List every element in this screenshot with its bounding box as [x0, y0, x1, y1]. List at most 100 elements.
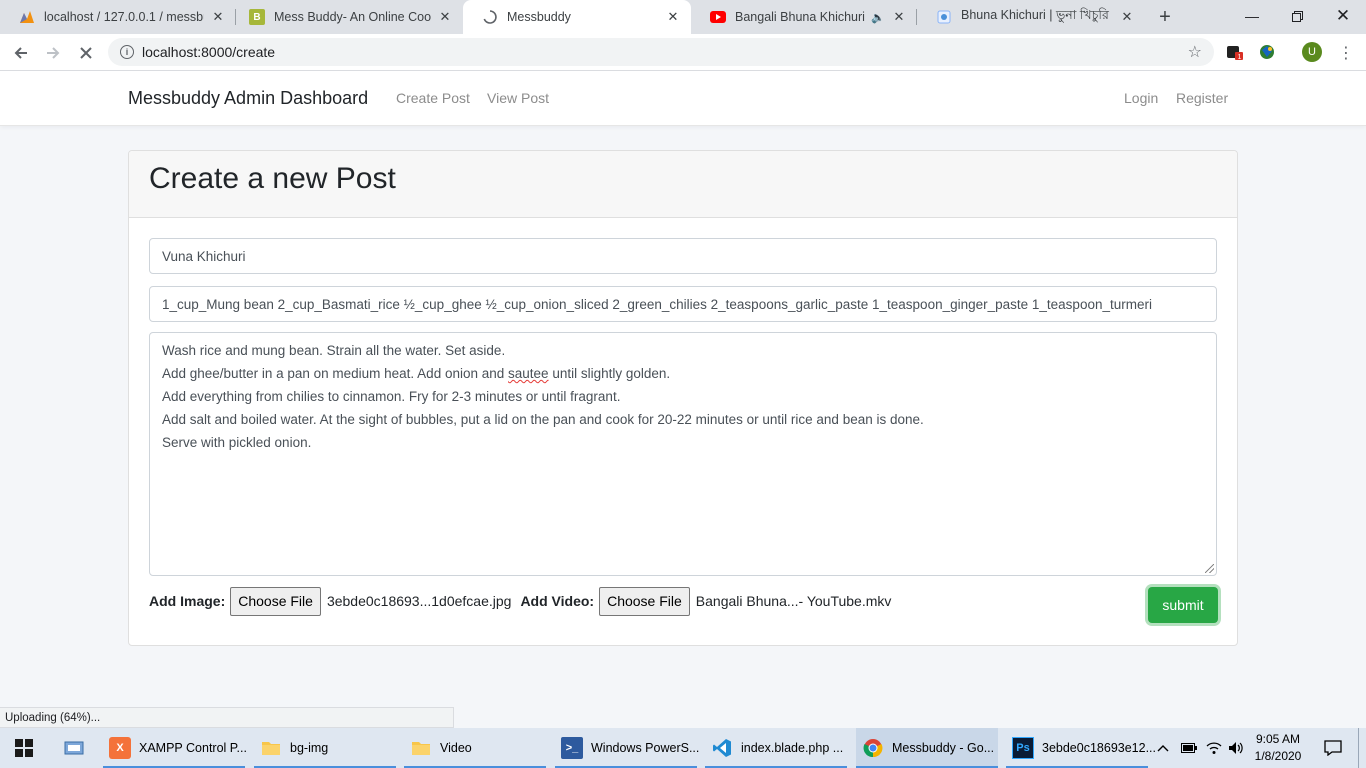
card-header: Create a new Post [129, 151, 1237, 218]
new-tab-icon[interactable]: + [1153, 5, 1177, 29]
choose-video-button[interactable]: Choose File [599, 586, 690, 616]
status-bubble: Uploading (64%)... [0, 707, 454, 728]
taskbar-item-xampp[interactable]: X XAMPP Control P... [103, 728, 247, 768]
taskbar-item-bg-img[interactable]: bg-img [254, 728, 396, 768]
close-tab-icon[interactable]: ✕ [891, 9, 907, 25]
youtube-icon [710, 9, 726, 25]
misspelled-word: sautee [508, 366, 549, 381]
instruction-text: Add ghee/butter in a pan on medium heat.… [162, 366, 509, 381]
site-navbar: Messbuddy Admin Dashboard Create Post Vi… [0, 71, 1366, 126]
taskbar-item-photoshop[interactable]: Ps 3ebde0c18693e12... [1006, 728, 1156, 768]
add-video-label: Add Video: [520, 593, 595, 609]
instruction-line: Serve with pickled onion. [162, 435, 312, 450]
video-file-name: Bangali Bhuna...- YouTube.mkv [695, 593, 892, 609]
submit-button[interactable]: submit [1148, 587, 1218, 623]
instruction-line: Add everything from chilies to cinnamon.… [162, 389, 621, 404]
more-menu-icon[interactable]: ⋮ [1333, 40, 1359, 66]
taskbar-label: 3ebde0c18693e12... [1042, 741, 1156, 755]
bootstrap-icon: B [249, 9, 265, 25]
taskbar-item-video[interactable]: Video [404, 728, 546, 768]
nav-login[interactable]: Login [1124, 90, 1158, 106]
windows-start-icon[interactable] [0, 728, 48, 768]
title-input-value: Vuna Khichuri [162, 248, 246, 264]
profile-avatar[interactable]: U [1302, 42, 1322, 62]
instruction-line: Add ghee/butter in a pan on medium heat.… [162, 365, 1204, 388]
taskbar-item-powershell[interactable]: >_ Windows PowerS... [555, 728, 699, 768]
brand-link[interactable]: Messbuddy Admin Dashboard [128, 88, 368, 109]
add-image-label: Add Image: [149, 593, 226, 609]
close-tab-icon[interactable]: ✕ [1119, 9, 1135, 25]
taskbar-label: Messbuddy - Go... [892, 741, 995, 755]
tab-phpmyadmin[interactable]: localhost / 127.0.0.1 / messbud ✕ [0, 0, 236, 34]
folder-icon [260, 737, 282, 759]
windows-taskbar: X XAMPP Control P... bg-img Video >_ Win… [0, 728, 1366, 768]
page-title: Create a new Post [149, 162, 396, 195]
taskbar-item-vscode[interactable]: index.blade.php ... [705, 728, 847, 768]
image-file-name: 3ebde0c18693...1d0efcae.jpg [326, 593, 512, 609]
nav-register[interactable]: Register [1176, 90, 1228, 106]
browser-tab-strip: localhost / 127.0.0.1 / messbud ✕ B Mess… [0, 0, 1366, 34]
upload-row: Add Image: Choose File 3ebde0c18693...1d… [149, 586, 900, 616]
speaker-icon[interactable]: 🔈 [871, 11, 885, 24]
site-info-icon[interactable]: i [120, 45, 134, 59]
tab-title: Messbuddy [507, 10, 571, 24]
taskbar-label: index.blade.php ... [741, 741, 844, 755]
powershell-icon: >_ [561, 737, 583, 759]
xampp-icon: X [109, 737, 131, 759]
minimize-icon[interactable]: — [1229, 0, 1275, 32]
nav-view-post[interactable]: View Post [487, 90, 549, 106]
task-view-icon[interactable] [60, 728, 90, 768]
globe-extension-icon[interactable] [1258, 43, 1276, 61]
volume-icon[interactable] [1228, 728, 1244, 768]
battery-icon[interactable] [1181, 728, 1197, 768]
textarea-resize-handle[interactable] [1205, 564, 1214, 573]
phpmyadmin-icon [19, 9, 35, 25]
taskbar-label: Video [440, 741, 472, 755]
extension-icon[interactable]: 1 [1226, 43, 1244, 61]
address-bar[interactable]: i localhost:8000/create ☆ [108, 38, 1214, 66]
bookmark-star-icon[interactable]: ☆ [1188, 42, 1202, 62]
close-tab-icon[interactable]: ✕ [210, 9, 226, 25]
instruction-line: Wash rice and mung bean. Strain all the … [162, 343, 506, 358]
instruction-line: Add salt and boiled water. At the sight … [162, 412, 924, 427]
ingredients-input-value: 1_cup_Mung bean 2_cup_Basmati_rice ½_cup… [162, 296, 1152, 312]
restore-icon[interactable] [1274, 0, 1320, 32]
tab-title: Bangali Bhuna Khichuri Re [735, 10, 867, 24]
wifi-icon[interactable] [1206, 728, 1222, 768]
svg-text:1: 1 [1238, 54, 1242, 61]
tab-bhuna-khichuri[interactable]: Bhuna Khichuri | ভুনা খিচুরি রে ✕ [917, 0, 1145, 34]
tab-messbuddy-site[interactable]: B Mess Buddy- An Online Cookin ✕ [230, 0, 463, 34]
clock-date: 1/8/2020 [1254, 749, 1302, 763]
tab-title: localhost / 127.0.0.1 / messbud [44, 10, 204, 24]
close-tab-icon[interactable]: ✕ [665, 9, 681, 25]
close-tab-icon[interactable]: ✕ [437, 9, 453, 25]
chrome-icon [862, 737, 884, 759]
stop-loading-icon[interactable] [73, 40, 99, 66]
tab-youtube[interactable]: Bangali Bhuna Khichuri Re 🔈 ✕ [691, 0, 917, 34]
photoshop-icon: Ps [1012, 737, 1034, 759]
clock-time: 9:05 AM [1255, 732, 1301, 746]
notifications-icon[interactable] [1324, 728, 1342, 768]
show-hidden-icons[interactable] [1157, 728, 1169, 768]
tab-messbuddy-active[interactable]: Messbuddy ✕ [463, 0, 691, 34]
folder-icon [410, 737, 432, 759]
nav-create-post[interactable]: Create Post [396, 90, 470, 106]
ingredients-input[interactable]: 1_cup_Mung bean 2_cup_Basmati_rice ½_cup… [149, 286, 1217, 322]
close-window-icon[interactable]: ✕ [1320, 0, 1366, 32]
taskbar-label: bg-img [290, 741, 329, 755]
back-icon[interactable] [8, 40, 34, 66]
web-icon [936, 9, 952, 25]
system-clock[interactable]: 9:05 AM 1/8/2020 [1248, 731, 1308, 765]
tab-title: Mess Buddy- An Online Cookin [274, 10, 431, 24]
choose-image-button[interactable]: Choose File [230, 586, 321, 616]
show-desktop-button[interactable] [1358, 728, 1366, 768]
vscode-icon [711, 737, 733, 759]
browser-toolbar: i localhost:8000/create ☆ 1 U ⋮ [0, 34, 1366, 71]
create-post-card: Create a new Post Vuna Khichuri 1_cup_Mu… [128, 150, 1238, 646]
forward-icon[interactable] [40, 40, 66, 66]
taskbar-item-chrome[interactable]: Messbuddy - Go... [856, 728, 998, 768]
instructions-textarea[interactable]: Wash rice and mung bean. Strain all the … [149, 332, 1217, 576]
url-text: localhost:8000/create [142, 44, 276, 60]
instruction-text: until slightly golden. [548, 366, 671, 381]
title-input[interactable]: Vuna Khichuri [149, 238, 1217, 274]
